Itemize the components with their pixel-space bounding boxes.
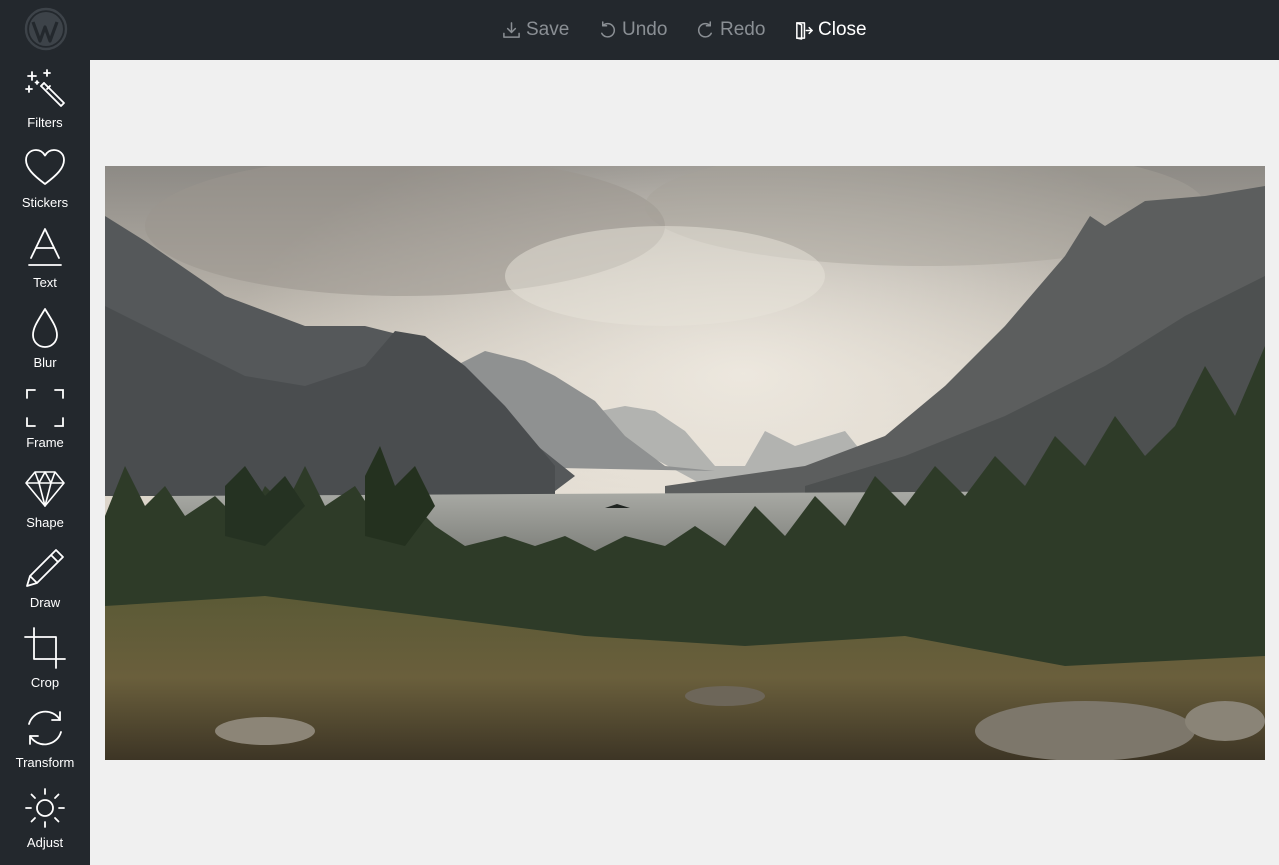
tool-adjust[interactable]: Adjust [0,780,90,860]
download-icon [503,21,520,38]
editor-canvas [90,60,1279,865]
droplet-icon [32,308,58,348]
tool-frame[interactable]: Frame [0,380,90,460]
undo-button[interactable]: Undo [598,17,667,43]
tool-label: Shape [26,515,64,530]
redo-icon [697,20,712,38]
magic-wand-icon [25,69,65,107]
editor-actions: Save Undo Redo Close [0,0,1279,60]
landscape-image [105,166,1265,760]
crop-icon [24,627,66,669]
pencil-icon [26,549,64,587]
tool-draw[interactable]: Draw [0,540,90,620]
undo-label: Undo [622,19,668,40]
heart-icon [25,149,65,185]
tool-transform[interactable]: Transform [0,700,90,780]
close-label: Close [818,19,867,40]
sun-icon [25,788,65,828]
tool-label: Text [33,275,57,290]
save-label: Save [526,19,570,40]
redo-button[interactable]: Redo [696,17,765,43]
tool-label: Frame [26,435,64,450]
tool-crop[interactable]: Crop [0,620,90,700]
tool-label: Filters [27,115,63,130]
exit-door-icon [796,21,813,40]
edited-photo[interactable] [105,166,1265,760]
tool-label: Adjust [26,835,64,850]
close-button[interactable]: Close [794,17,867,43]
tool-text[interactable]: Text [0,220,90,300]
tool-stickers[interactable]: Stickers [0,140,90,220]
undo-icon [601,20,616,38]
tool-filters[interactable]: Filters [0,60,90,140]
transform-icon [28,710,62,746]
tool-label: Draw [29,595,61,610]
tool-blur[interactable]: Blur [0,300,90,380]
tools-sidebar: Filters Stickers Text Blur Frame Shape D… [0,60,90,865]
save-button[interactable]: Save [502,17,569,43]
top-toolbar: Save Undo Redo Close [0,0,1279,60]
tool-label: Crop [30,675,60,690]
tool-label: Blur [33,355,57,370]
text-icon [28,228,62,266]
frame-icon [26,389,64,427]
tool-label: Transform [15,755,75,770]
tool-label: Stickers [21,195,69,210]
redo-label: Redo [720,19,766,40]
diamond-icon [25,471,65,507]
tool-shape[interactable]: Shape [0,460,90,540]
